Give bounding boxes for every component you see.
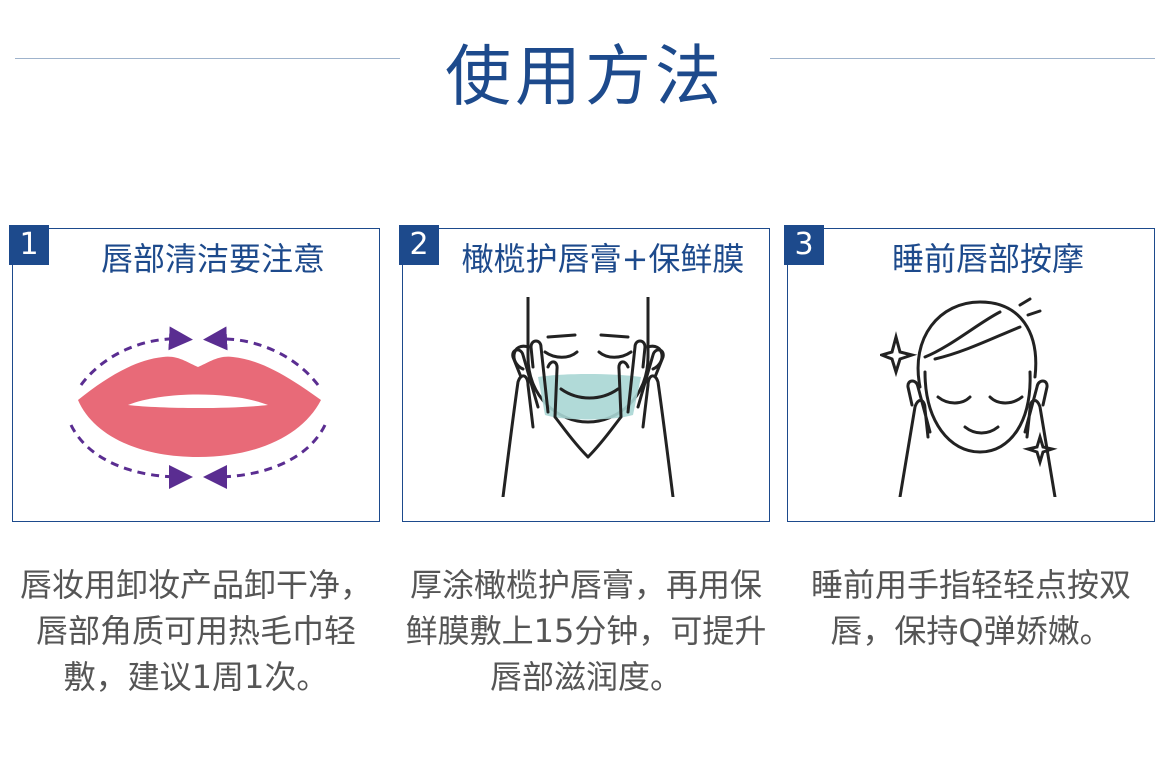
step-number-badge: 2 (399, 225, 439, 265)
step-description: 唇妆用卸妆产品卸干净，唇部角质可用热毛巾轻敷，建议1周1次。 (19, 566, 372, 696)
step-number-badge: 3 (784, 225, 824, 265)
lips-arrows-illustration (69, 326, 327, 489)
title-divider-left (15, 58, 400, 59)
title-divider-right (770, 58, 1155, 59)
man-lip-wrap-illustration (501, 297, 675, 497)
step-description: 睡前用手指轻轻点按双唇，保持Q弹娇嫩。 (810, 566, 1131, 650)
step-heading: 唇部清洁要注意 (100, 240, 325, 278)
step-card-2: 2 橄榄护唇膏+保鲜膜 (399, 225, 770, 522)
step-number-badge: 1 (9, 225, 49, 265)
step-card-1: 1 唇部清洁要注意 (9, 225, 380, 522)
page-title: 使用方法 (445, 38, 725, 115)
woman-massage-illustration (880, 297, 1058, 497)
step-heading: 睡前唇部按摩 (891, 240, 1084, 278)
step-card-3: 3 睡前唇部按摩 (784, 225, 1155, 522)
step-heading: 橄榄护唇膏+保鲜膜 (461, 240, 745, 278)
step-description: 厚涂橄榄护唇膏，再用保鲜膜敷上15分钟，可提升唇部滋润度。 (405, 566, 767, 696)
